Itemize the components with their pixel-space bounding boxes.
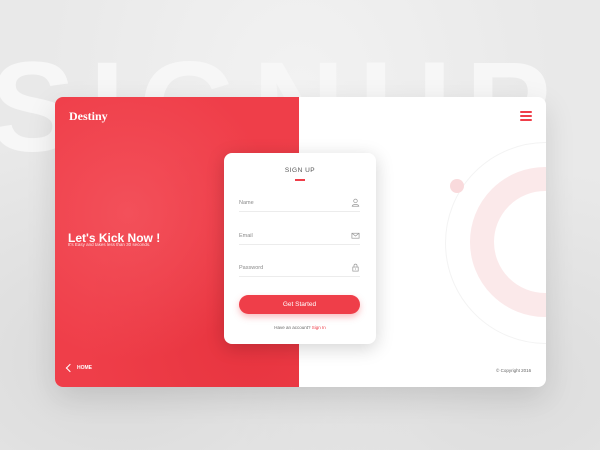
hamburger-icon xyxy=(520,111,532,113)
hamburger-icon-bar xyxy=(520,119,532,121)
lock-icon xyxy=(352,263,359,272)
hamburger-icon-bar xyxy=(520,115,532,117)
menu-button[interactable] xyxy=(520,111,532,121)
home-label: HOME xyxy=(77,365,92,371)
decorative-dot xyxy=(450,179,464,193)
home-link[interactable]: HOME xyxy=(65,363,92,373)
email-field xyxy=(239,230,360,245)
signin-prompt: Have an account? xyxy=(274,325,311,330)
name-input[interactable] xyxy=(239,197,349,209)
copyright-text: © Copyright 2016 xyxy=(496,368,532,373)
name-field xyxy=(239,197,360,212)
signup-form: SIGN UP Get Started Have an account? Sig… xyxy=(224,153,376,344)
chevron-left-icon xyxy=(65,363,75,373)
get-started-button[interactable]: Get Started xyxy=(239,295,360,314)
hero-subtitle: It's Easy and takes less than 30 seconds… xyxy=(68,242,151,247)
user-icon xyxy=(351,198,360,207)
envelope-icon xyxy=(351,232,360,239)
signin-row: Have an account? Sign In xyxy=(224,325,376,330)
password-field xyxy=(239,262,360,277)
signin-link[interactable]: Sign In xyxy=(312,325,326,330)
form-title: SIGN UP xyxy=(284,167,316,174)
password-input[interactable] xyxy=(239,262,349,274)
title-underline xyxy=(295,179,305,181)
email-input[interactable] xyxy=(239,230,349,242)
brand-logo[interactable]: Destiny xyxy=(69,109,108,124)
